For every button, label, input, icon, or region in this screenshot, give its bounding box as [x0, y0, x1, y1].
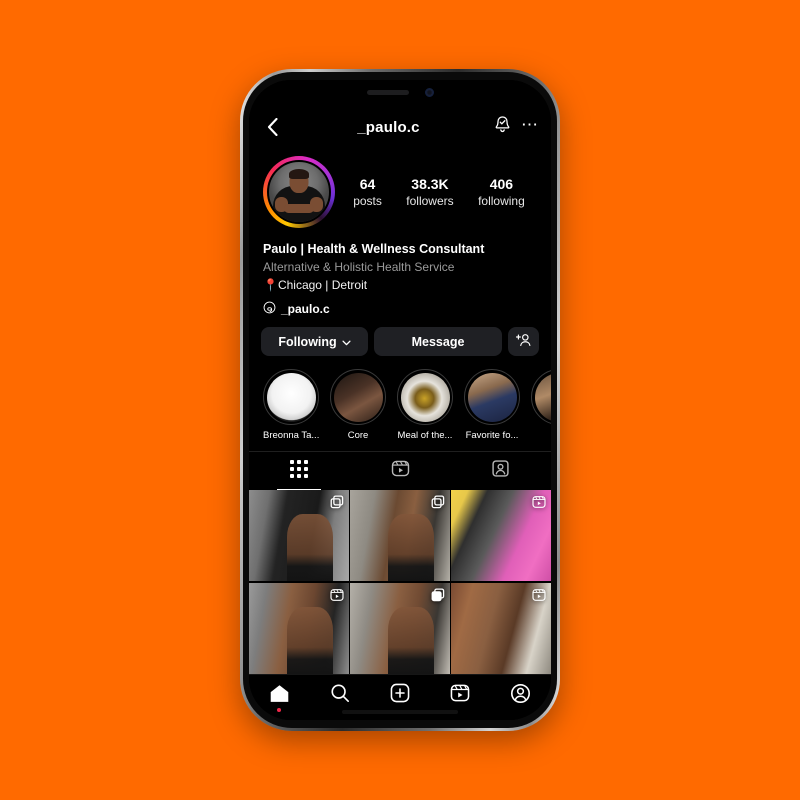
- stat-followers[interactable]: 38.3K followers: [406, 175, 453, 209]
- nav-reels[interactable]: [443, 681, 477, 711]
- post-cell[interactable]: [350, 490, 450, 582]
- highlight-cover: [531, 369, 551, 426]
- following-button[interactable]: Following: [261, 327, 369, 357]
- phone-bezel: _paulo.c ⋯ 64 posts 38.3K followers 406 …: [243, 72, 557, 728]
- carousel-icon: [431, 495, 445, 514]
- home-icon: [269, 683, 290, 709]
- highlight-item[interactable]: Core: [330, 369, 386, 441]
- tab-grid[interactable]: [249, 452, 350, 490]
- stat-following[interactable]: 406 following: [478, 175, 525, 209]
- reels-icon: [450, 683, 470, 708]
- stat-followers-value: 38.3K: [411, 175, 449, 192]
- post-cell[interactable]: [249, 582, 349, 674]
- notification-dot: [277, 707, 282, 712]
- profile-circle-icon: [510, 683, 531, 709]
- phone-frame: _paulo.c ⋯ 64 posts 38.3K followers 406 …: [240, 69, 560, 731]
- avatar-crossed-arms: [284, 204, 314, 213]
- stat-followers-label: followers: [406, 193, 454, 208]
- highlight-item[interactable]: [531, 369, 551, 441]
- message-button[interactable]: Message: [374, 327, 502, 357]
- page-title: _paulo.c: [357, 118, 420, 136]
- profile-bio: Paulo | Health & Wellness Consultant Alt…: [249, 232, 551, 317]
- avatar-story-ring[interactable]: [263, 156, 335, 228]
- tab-tagged[interactable]: [450, 452, 551, 490]
- grid-icon: [290, 459, 309, 483]
- post-cell[interactable]: [249, 490, 349, 582]
- avatar-hair: [289, 168, 309, 179]
- top-bar-icons: ⋯: [494, 115, 539, 139]
- reel-icon: [532, 588, 546, 607]
- ellipsis-icon[interactable]: ⋯: [521, 116, 539, 135]
- highlight-item[interactable]: Favorite fo...: [464, 369, 520, 441]
- highlight-cover: [330, 369, 386, 426]
- highlight-thumb: [467, 372, 517, 422]
- stat-following-value: 406: [489, 175, 514, 192]
- instagram-profile-app: _paulo.c ⋯ 64 posts 38.3K followers 406 …: [249, 80, 551, 720]
- nav-create[interactable]: [383, 681, 417, 711]
- add-user-button[interactable]: [508, 327, 539, 357]
- phone-screen: _paulo.c ⋯ 64 posts 38.3K followers 406 …: [249, 80, 551, 720]
- plus-square-icon: [390, 683, 410, 708]
- threads-handle: _paulo.c: [281, 302, 330, 317]
- post-cell[interactable]: [451, 582, 551, 674]
- highlight-item[interactable]: Breonna Ta...: [263, 369, 319, 441]
- profile-location: 📍Chicago | Detroit: [263, 278, 368, 293]
- highlight-thumb: [266, 372, 316, 422]
- story-highlights: Breonna Ta... Core Meal of the... Favori…: [249, 356, 551, 449]
- home-indicator: [342, 710, 458, 714]
- post-cell[interactable]: [350, 582, 450, 674]
- profile-tabs: [249, 451, 551, 490]
- highlight-label: Core: [347, 430, 369, 442]
- stat-posts-value: 64: [359, 175, 376, 192]
- post-cell[interactable]: [451, 490, 551, 582]
- search-icon: [330, 683, 350, 708]
- back-chevron-icon[interactable]: [261, 116, 283, 138]
- top-bar: _paulo.c ⋯: [249, 106, 551, 148]
- earpiece-speaker: [366, 89, 409, 95]
- reel-icon: [330, 588, 344, 607]
- tab-reels[interactable]: [350, 452, 451, 490]
- notch: [325, 80, 475, 104]
- threads-icon: [263, 301, 276, 317]
- stat-following-label: following: [478, 193, 525, 208]
- highlight-label: Meal of the...: [397, 430, 453, 442]
- highlight-cover: [397, 369, 453, 426]
- highlight-item[interactable]: Meal of the...: [397, 369, 453, 441]
- nav-search[interactable]: [323, 681, 357, 711]
- carousel-icon: [431, 588, 445, 607]
- highlight-cover: [263, 369, 319, 426]
- highlight-thumb: [534, 372, 551, 422]
- post-subject: [388, 513, 434, 582]
- highlight-label: Breonna Ta...: [263, 430, 319, 442]
- stat-posts[interactable]: 64 posts: [353, 175, 382, 209]
- highlight-thumb: [400, 372, 450, 422]
- chevron-down-icon: [342, 335, 351, 349]
- tagged-person-icon: [491, 459, 510, 483]
- post-subject: [286, 606, 333, 674]
- following-label: Following: [278, 334, 337, 349]
- message-label: Message: [411, 334, 465, 349]
- nav-profile[interactable]: [504, 681, 538, 711]
- highlight-cover: [464, 369, 520, 426]
- threads-link[interactable]: _paulo.c: [263, 301, 537, 317]
- nav-home[interactable]: [262, 681, 296, 712]
- post-subject: [388, 606, 434, 674]
- avatar[interactable]: [267, 160, 331, 224]
- add-user-icon: [515, 333, 532, 350]
- front-camera-icon: [424, 87, 434, 97]
- stat-posts-label: posts: [353, 193, 382, 208]
- profile-category: Alternative & Holistic Health Service: [263, 260, 455, 275]
- reels-icon: [391, 459, 410, 483]
- post-grid: [249, 490, 551, 674]
- bell-check-icon[interactable]: [494, 115, 511, 139]
- profile-header: 64 posts 38.3K followers 406 following: [249, 148, 551, 232]
- carousel-icon: [330, 495, 344, 514]
- profile-display-name: Paulo | Health & Wellness Consultant: [263, 242, 485, 256]
- profile-actions: Following Message: [249, 317, 551, 357]
- reel-icon: [532, 495, 546, 514]
- highlight-thumb: [333, 372, 383, 422]
- post-subject: [286, 513, 333, 582]
- highlight-label: Favorite fo...: [465, 430, 519, 442]
- profile-stats: 64 posts 38.3K followers 406 following: [335, 175, 537, 209]
